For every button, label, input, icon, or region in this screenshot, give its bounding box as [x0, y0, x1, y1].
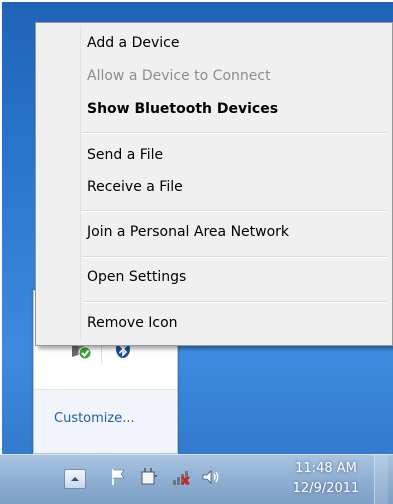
customize-link[interactable]: Customize...	[54, 411, 135, 426]
menu-item-show-bluetooth-devices[interactable]: Show Bluetooth Devices	[87, 101, 278, 117]
volume-icon[interactable]	[200, 466, 222, 488]
menu-item-send-file[interactable]: Send a File	[87, 147, 163, 163]
clock-time[interactable]: 11:48 AM	[284, 461, 368, 476]
screenshot-border-left	[0, 0, 2, 503]
menu-item-allow-device-to-connect: Allow a Device to Connect	[87, 68, 271, 84]
menu-separator	[82, 301, 387, 303]
menu-separator	[82, 256, 387, 258]
menu-icon-gutter	[80, 26, 81, 340]
menu-item-receive-file[interactable]: Receive a File	[87, 179, 183, 195]
action-center-flag-icon[interactable]	[108, 466, 130, 488]
menu-separator	[82, 210, 387, 212]
taskbar: 11:48 AM 12/9/2011	[0, 454, 393, 504]
menu-separator	[82, 132, 387, 134]
menu-item-open-settings[interactable]: Open Settings	[87, 269, 186, 285]
menu-item-add-device[interactable]: Add a Device	[87, 35, 179, 51]
screenshot-border-top	[0, 0, 393, 2]
chevron-up-icon	[71, 477, 79, 481]
power-icon[interactable]	[138, 466, 160, 488]
bluetooth-context-menu: Add a Device Allow a Device to Connect S…	[35, 22, 393, 346]
menu-item-remove-icon[interactable]: Remove Icon	[87, 315, 178, 331]
show-hidden-icons-button[interactable]	[64, 469, 86, 489]
show-desktop-button[interactable]	[374, 455, 388, 504]
network-icon[interactable]	[170, 466, 192, 488]
menu-item-join-personal-area-network[interactable]: Join a Personal Area Network	[87, 224, 289, 240]
clock-date[interactable]: 12/9/2011	[284, 481, 368, 496]
